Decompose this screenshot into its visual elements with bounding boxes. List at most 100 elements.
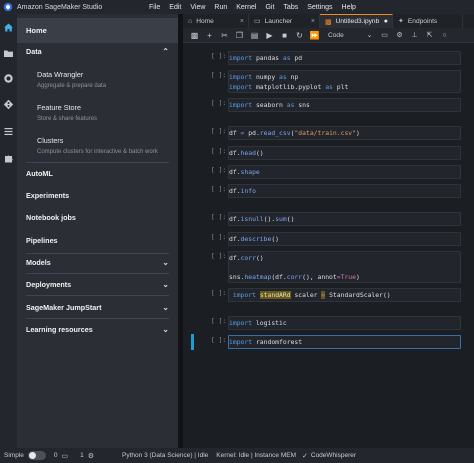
code-editor[interactable]: df = pd.read_csv("data/train.csv") [228,126,461,140]
divider [26,273,169,274]
menu-file[interactable]: File [149,4,160,11]
running-icon[interactable] [3,73,14,84]
sidebar-item-learning-resources[interactable]: Learning resources ⌄ [17,322,178,336]
activity-bar [0,14,17,448]
tab-endpoints[interactable]: ✦ Endpoints [393,14,463,28]
unsaved-dot-icon[interactable]: ● [384,18,388,25]
extension-icon[interactable] [3,153,14,164]
notebook-toolbar: ▩ + ✂ ❐ ▤ ▶ ■ ↻ ⏩ Code ⌄ ▭ ⚙ ⊥ ⇱ ○ [183,28,474,43]
divider [26,162,169,163]
restart-icon[interactable]: ↻ [292,31,307,40]
simple-mode-toggle[interactable] [27,451,46,460]
home-sidebar: Home Data ⌃ Data Wrangler Aggregate & pr… [17,14,178,448]
menu-settings[interactable]: Settings [307,4,332,11]
sidebar-section-data[interactable]: Data ⌃ [17,44,178,58]
stop-icon[interactable]: ■ [277,31,292,40]
list-icon[interactable] [3,126,14,137]
code-editor[interactable]: df.head() [228,146,461,160]
tab-home[interactable]: ⌂ Home × [183,14,249,28]
tab-bar: ⌂ Home × ▭ Launcher × ▩ Untitled3.ipynb … [183,14,474,28]
git-diff-icon[interactable]: ⊥ [407,31,422,39]
menu-git[interactable]: Git [265,4,274,11]
home-icon[interactable] [3,22,14,33]
tab-label: Launcher [264,17,293,25]
cell-type-select[interactable]: Code [328,32,362,39]
sidebar-item-models[interactable]: Models ⌄ [17,255,178,269]
code-editor[interactable]: df.corr() sns.heatmap(df.corr(), annot=T… [228,251,461,283]
menu-bar: File Edit View Run Kernel Git Tabs Setti… [149,0,365,14]
kernel-status-icon: ○ [442,31,447,39]
sidebar-item-label: Learning resources [26,324,93,334]
sidebar-item-feature-store[interactable]: Feature Store Store & share features [17,103,178,122]
code-editor[interactable]: import pandas as pd [228,51,461,65]
menu-tabs[interactable]: Tabs [283,4,298,11]
code-editor[interactable]: import seaborn as sns [228,98,461,112]
sidebar-item-clusters[interactable]: Clusters Compute clusters for interactiv… [17,136,178,155]
notebook-icon: ▩ [325,18,332,26]
run-icon[interactable]: ▶ [262,31,277,40]
code-editor[interactable]: import standARd scaler = StandardScaler(… [228,288,461,302]
share-icon[interactable]: ⇱ [422,31,437,39]
code-editor[interactable]: import logistic [228,316,461,330]
kernel-icon: ⚙ [87,452,95,460]
check-icon: ✓ [302,452,308,460]
close-icon[interactable]: × [240,18,244,25]
launcher-icon: ▭ [254,18,261,25]
code-editor[interactable]: import numpy as np import matplotlib.pyp… [228,70,461,93]
menu-edit[interactable]: Edit [169,4,181,11]
sidebar-item-pipelines[interactable]: Pipelines [17,233,178,247]
tab-label: Untitled3.ipynb [335,18,380,25]
save-icon[interactable]: ▩ [187,31,202,40]
folder-icon[interactable] [3,48,14,59]
status-bar: Simple 0 ▭ 1 ⚙ Python 3 (Data Science) |… [0,448,474,463]
chevron-down-icon: ⌄ [162,324,169,334]
chevron-up-icon: ⌃ [162,46,169,56]
terminals-count[interactable]: 0 [54,452,58,459]
tab-label: Endpoints [407,17,438,25]
debug-icon[interactable]: ⚙ [392,31,407,39]
git-icon[interactable] [3,99,14,110]
code-editor[interactable]: df.shape [228,165,461,179]
divider [26,253,169,254]
close-icon[interactable]: × [311,18,315,25]
sidebar-item-data-wrangler[interactable]: Data Wrangler Aggregate & prepare data [17,70,178,89]
title-bar: Amazon SageMaker Studio File Edit View R… [0,0,474,14]
sidebar-item-jumpstart[interactable]: SageMaker JumpStart ⌄ [17,300,178,314]
terminal-icon[interactable]: ▭ [377,31,392,39]
sidebar-item-deployments[interactable]: Deployments ⌄ [17,277,178,291]
menu-kernel[interactable]: Kernel [236,4,256,11]
sidebar-section-label: Data [26,46,42,56]
home-icon: ⌂ [188,17,193,25]
sidebar-item-label: Models [26,257,51,267]
sidebar-item-experiments[interactable]: Experiments [17,188,178,202]
cut-icon[interactable]: ✂ [217,31,232,40]
notebook-body: [ ]: import pandas as pd [ ]: import num… [183,43,474,448]
menu-run[interactable]: Run [214,4,227,11]
sidebar-item-description: Compute clusters for interactive & batch… [37,149,158,155]
kernel-name[interactable]: Python 3 (Data Science) | Idle [122,452,208,459]
chevron-down-icon: ⌄ [162,279,169,289]
chevron-down-icon: ⌄ [162,302,169,312]
kernels-count[interactable]: 1 [80,452,84,459]
sidebar-item-label: Deployments [26,279,72,289]
code-editor[interactable]: import randomforest [228,335,461,349]
codewhisperer-status[interactable]: CodeWhisperer [311,452,356,459]
menu-help[interactable]: Help [342,4,356,11]
code-editor[interactable]: df.isnull().sum() [228,212,461,226]
copy-icon[interactable]: ❐ [232,31,247,40]
sidebar-item-automl[interactable]: AutoML [17,166,178,180]
terminal-icon: ▭ [61,452,69,460]
tab-untitled3[interactable]: ▩ Untitled3.ipynb ● [320,14,393,28]
fast-forward-icon[interactable]: ⏩ [307,31,322,40]
code-editor[interactable]: df.info [228,184,461,198]
tab-launcher[interactable]: ▭ Launcher × [249,14,320,28]
sidebar-item-notebook-jobs[interactable]: Notebook jobs [17,210,178,224]
sidebar-item-home[interactable]: Home [17,18,178,43]
paste-icon[interactable]: ▤ [247,31,262,40]
tab-label: Home [196,17,214,25]
add-cell-icon[interactable]: + [202,31,217,40]
chevron-down-icon: ⌄ [162,257,169,267]
code-editor[interactable]: df.describe() [228,232,461,246]
menu-view[interactable]: View [190,4,205,11]
sidebar-item-label: SageMaker JumpStart [26,302,102,312]
